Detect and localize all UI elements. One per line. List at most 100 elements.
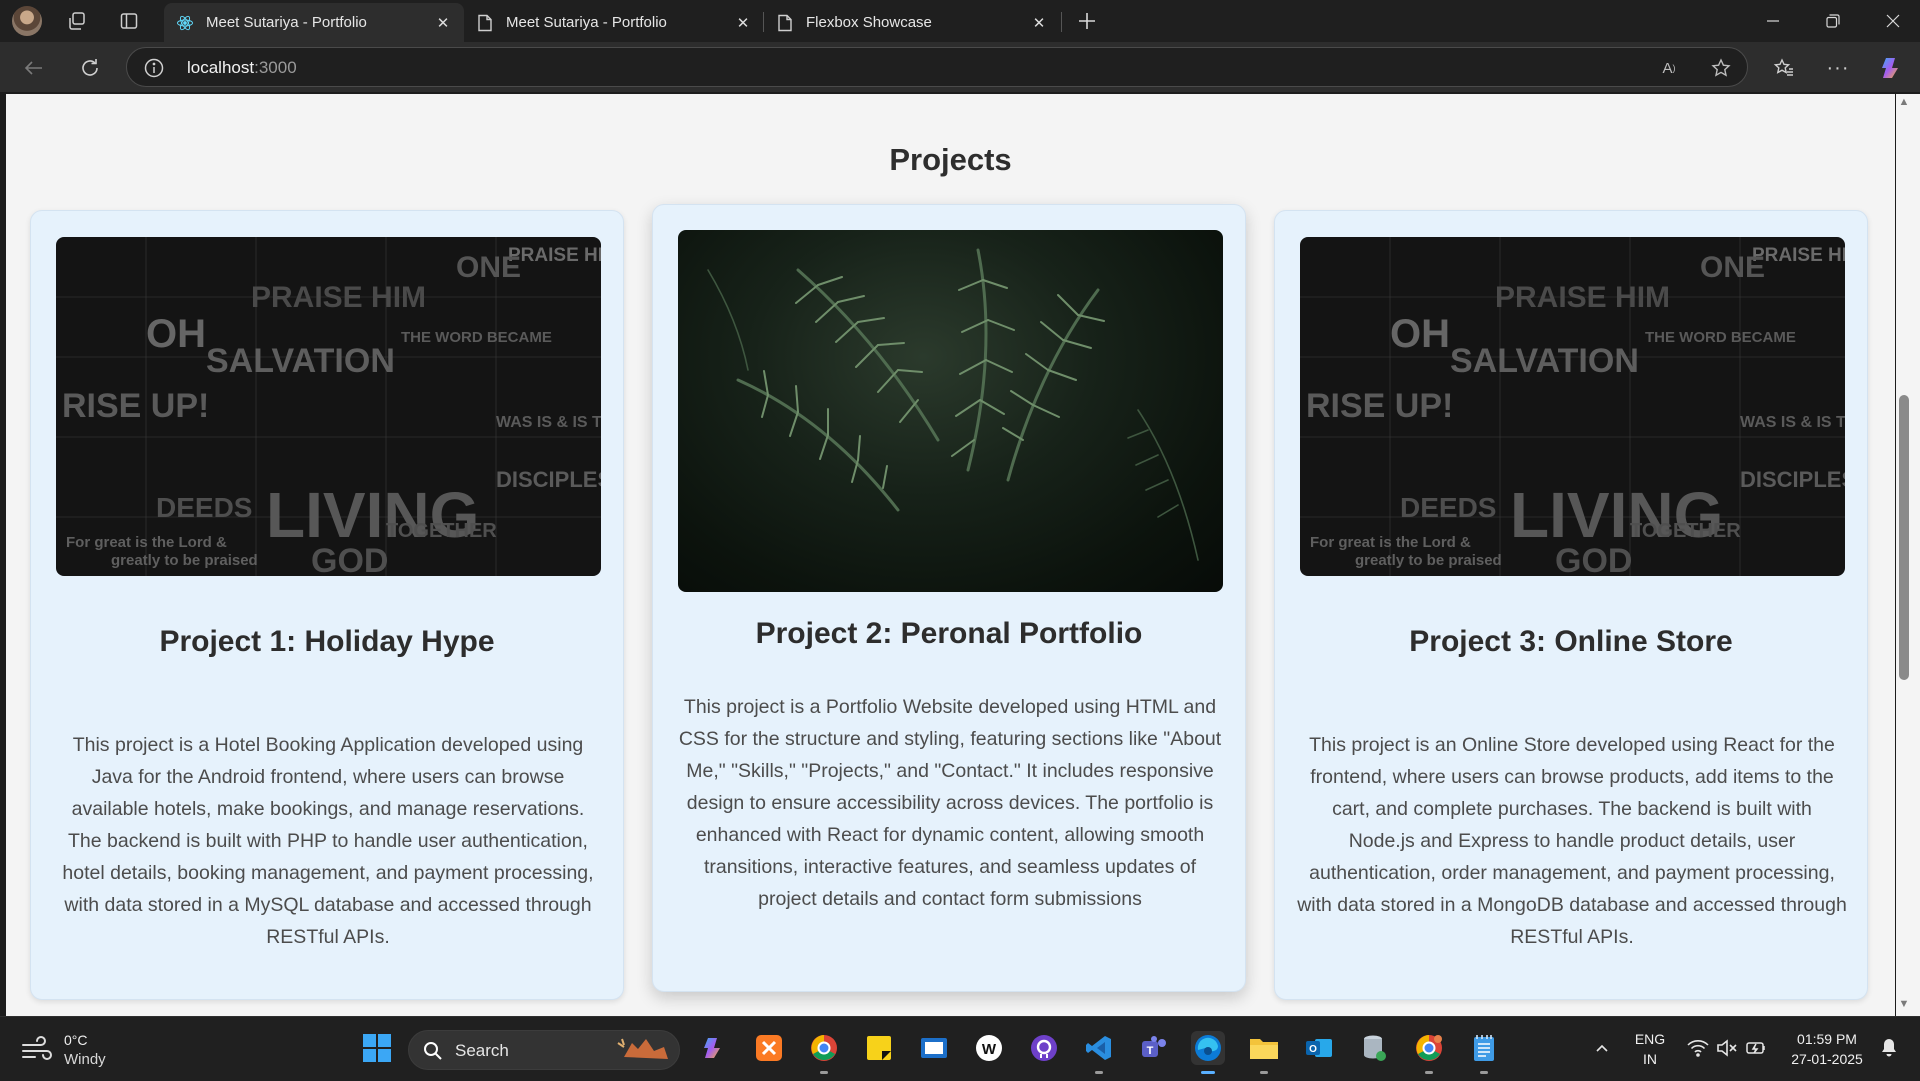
battery-charging-icon[interactable] xyxy=(1739,1031,1773,1065)
svg-text:GOD: GOD xyxy=(311,542,388,576)
vertical-tabs-icon[interactable] xyxy=(116,8,142,34)
running-indicator xyxy=(1201,1071,1215,1074)
outlook-icon[interactable]: O xyxy=(1302,1031,1336,1065)
project-description: This project is a Hotel Booking Applicat… xyxy=(62,734,594,948)
language-indicator[interactable]: ENG xyxy=(1628,1031,1672,1047)
svg-text:For great is the Lord &: For great is the Lord & xyxy=(1310,534,1471,551)
svg-text:PRAISE HIM: PRAISE HIM xyxy=(251,281,426,314)
favorites-icon[interactable] xyxy=(1768,52,1800,84)
minimize-icon[interactable] xyxy=(1746,0,1800,42)
copilot-icon[interactable] xyxy=(1876,52,1908,84)
typography-collage-image: PRAISE HIM PRAISE HIM OH SALVATION THE W… xyxy=(1300,237,1845,576)
project-title: Project 1: Holiday Hype xyxy=(159,625,495,658)
page-viewport: Projects PRAISE HIM PRAISE HIM OH SALVAT… xyxy=(6,94,1895,1016)
svg-text:RISE UP!: RISE UP! xyxy=(1306,387,1453,425)
taskbar: 0°C Windy Search W T O ENG IN 01:59 PM 2… xyxy=(0,1016,1920,1081)
svg-text:DEEDS: DEEDS xyxy=(1400,492,1496,523)
restore-icon[interactable] xyxy=(1806,0,1860,42)
svg-text:greatly to be praised: greatly to be praised xyxy=(1355,552,1502,569)
svg-text:DISCIPLES: DISCIPLES xyxy=(496,467,601,492)
scrollbar-thumb[interactable] xyxy=(1899,395,1909,680)
running-indicator xyxy=(1260,1071,1268,1074)
page-icon xyxy=(476,14,494,32)
typography-collage-image: PRAISE HIM PRAISE HIM OH SALVATION THE W… xyxy=(56,237,601,576)
xampp-icon[interactable] xyxy=(752,1031,786,1065)
tab-separator xyxy=(1061,12,1062,32)
project-card-3[interactable]: PRAISE HIM PRAISE HIM OH SALVATION THE W… xyxy=(1274,210,1868,1000)
taskbar-search-input[interactable]: Search xyxy=(408,1030,680,1070)
svg-text:TOGETHER: TOGETHER xyxy=(1630,520,1741,542)
copilot-app-icon[interactable] xyxy=(697,1031,731,1065)
search-placeholder: Search xyxy=(455,1041,509,1060)
whiteboard-icon[interactable] xyxy=(917,1031,951,1065)
tab-portfolio[interactable]: Meet Sutariya - Portfolio ✕ xyxy=(464,3,764,42)
close-tab-icon[interactable]: ✕ xyxy=(434,14,452,32)
start-windows-icon[interactable] xyxy=(360,1031,394,1065)
edge-icon[interactable] xyxy=(1191,1031,1225,1074)
svg-text:THE WORD BECAME: THE WORD BECAME xyxy=(401,329,552,346)
svg-text:PRAISE HIM: PRAISE HIM xyxy=(508,245,601,266)
close-window-icon[interactable] xyxy=(1866,0,1920,42)
tab-portfolio-active[interactable]: Meet Sutariya - Portfolio ✕ xyxy=(164,3,464,42)
project-title: Project 3: Online Store xyxy=(1409,625,1733,658)
notification-bell-icon[interactable] xyxy=(1872,1031,1906,1065)
site-info-icon[interactable] xyxy=(143,57,165,79)
svg-text:WAS IS & IS TO COME: WAS IS & IS TO COME xyxy=(1740,414,1845,431)
notepad-icon[interactable] xyxy=(1467,1031,1501,1074)
project-card-1[interactable]: PRAISE HIM PRAISE HIM OH SALVATION THE W… xyxy=(30,210,624,1000)
favorite-star-icon[interactable] xyxy=(1709,57,1733,79)
chrome-icon[interactable] xyxy=(807,1031,841,1074)
new-tab-icon[interactable] xyxy=(1074,8,1100,34)
svg-text:GOD: GOD xyxy=(1555,542,1632,576)
page-icon xyxy=(776,14,794,32)
vscode-icon[interactable] xyxy=(1082,1031,1116,1074)
chevron-up-icon[interactable] xyxy=(1585,1031,1619,1065)
running-indicator xyxy=(1425,1071,1433,1074)
tab-title: Flexbox Showcase xyxy=(806,14,932,31)
chrome-profile-icon[interactable] xyxy=(1412,1031,1446,1074)
react-icon xyxy=(176,14,194,32)
teams-icon[interactable]: T xyxy=(1137,1031,1171,1065)
github-desktop-icon[interactable] xyxy=(1027,1031,1061,1065)
close-tab-icon[interactable]: ✕ xyxy=(1030,14,1048,32)
database-icon[interactable] xyxy=(1357,1031,1391,1065)
address-bar[interactable]: localhost:3000 A) xyxy=(126,47,1748,87)
weather-condition[interactable]: Windy xyxy=(64,1051,106,1068)
back-arrow-icon[interactable] xyxy=(18,52,50,84)
url-text: localhost:3000 xyxy=(187,58,297,77)
profile-avatar[interactable] xyxy=(12,6,42,36)
svg-text:SALVATION: SALVATION xyxy=(206,342,395,380)
svg-text:greatly to be praised: greatly to be praised xyxy=(111,552,258,569)
project-description: This project is a Portfolio Website deve… xyxy=(678,696,1222,910)
tab-title: Meet Sutariya - Portfolio xyxy=(506,14,667,31)
windy-weather-icon[interactable] xyxy=(20,1035,54,1063)
svg-text:WAS IS & IS TO COME: WAS IS & IS TO COME xyxy=(496,414,601,431)
clock-date[interactable]: 27-01-2025 xyxy=(1782,1051,1872,1067)
weather-temperature[interactable]: 0°C xyxy=(64,1032,88,1048)
workspaces-icon[interactable] xyxy=(64,8,90,34)
svg-text:O: O xyxy=(1309,1044,1317,1055)
file-explorer-icon[interactable] xyxy=(1247,1031,1281,1074)
region-indicator[interactable]: IN xyxy=(1628,1051,1672,1067)
word-app-icon[interactable]: W xyxy=(972,1031,1006,1065)
more-menu-icon[interactable]: ··· xyxy=(1822,52,1854,84)
project-card-2[interactable]: Project 2: Peronal Portfolio This projec… xyxy=(652,204,1246,992)
tab-flexbox[interactable]: Flexbox Showcase ✕ xyxy=(764,3,1060,42)
refresh-icon[interactable] xyxy=(74,52,106,84)
close-tab-icon[interactable]: ✕ xyxy=(734,14,752,32)
tab-strip: Meet Sutariya - Portfolio ✕ Meet Sutariy… xyxy=(0,0,1920,42)
search-highlight-art-icon xyxy=(614,1035,674,1065)
section-title: Projects xyxy=(889,142,1012,177)
svg-text:PRAISE HIM: PRAISE HIM xyxy=(1495,281,1670,314)
svg-text:OH: OH xyxy=(1390,312,1450,356)
scroll-down-icon[interactable]: ▼ xyxy=(1897,998,1911,1012)
svg-text:RISE UP!: RISE UP! xyxy=(62,387,209,425)
browser-toolbar: localhost:3000 A) ··· xyxy=(0,42,1920,92)
svg-text:W: W xyxy=(982,1041,997,1058)
svg-text:ONE: ONE xyxy=(456,251,521,284)
read-aloud-icon[interactable]: A) xyxy=(1657,57,1681,79)
running-indicator xyxy=(1480,1071,1488,1074)
sticky-notes-icon[interactable] xyxy=(862,1031,896,1065)
scroll-up-icon[interactable]: ▲ xyxy=(1897,96,1911,110)
clock-time[interactable]: 01:59 PM xyxy=(1782,1031,1872,1047)
